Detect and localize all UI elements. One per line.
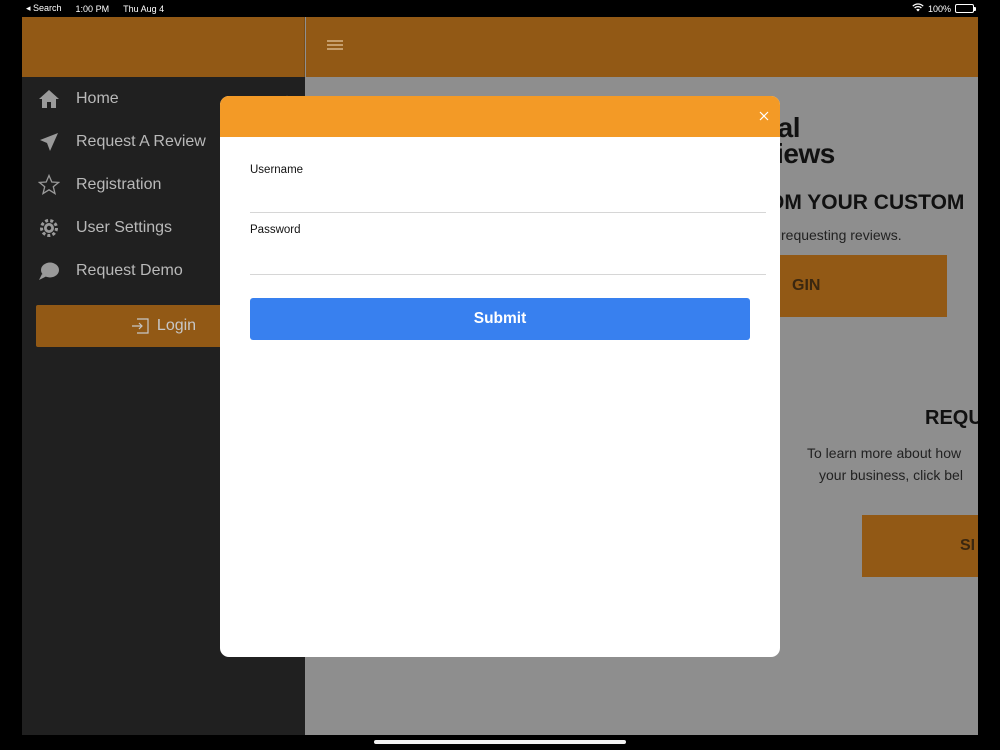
status-bar: ◂ Search 1:00 PM Thu Aug 4 100% — [0, 0, 1000, 17]
section-text: To learn more about how your business, c… — [807, 445, 963, 483]
password-input[interactable] — [250, 236, 766, 274]
username-label: Username — [250, 164, 304, 176]
sidebar-item-label: Registration — [76, 175, 162, 193]
chat-icon — [38, 260, 60, 282]
sidebar-item-label: Request A Review — [76, 132, 206, 150]
login-label: Login — [156, 317, 197, 334]
sidebar-item-label: Home — [76, 89, 119, 107]
modal-header — [220, 96, 780, 137]
username-field-group: Username — [250, 137, 766, 213]
login-modal: Username Password Submit — [220, 96, 780, 657]
username-input[interactable] — [250, 176, 766, 212]
battery-percent: 100% — [927, 3, 951, 14]
star-icon — [38, 173, 60, 196]
gear-icon — [38, 217, 60, 239]
password-field-group: Password — [250, 213, 766, 275]
hero-subtext: requesting reviews. — [781, 227, 902, 243]
home-indicator[interactable] — [374, 740, 626, 744]
send-icon — [38, 131, 60, 153]
close-icon[interactable] — [756, 108, 772, 124]
password-label: Password — [250, 224, 301, 236]
home-icon — [38, 88, 60, 110]
hero-heading: OM YOUR CUSTOM — [768, 191, 965, 214]
sidebar-item-label: User Settings — [76, 218, 173, 236]
signup-button[interactable]: SI — [862, 515, 978, 577]
back-to-search-link[interactable]: ◂ Search — [26, 3, 62, 14]
wifi-icon — [912, 3, 924, 14]
status-date: Thu Aug 4 — [123, 3, 165, 14]
sidebar-header — [22, 17, 305, 77]
login-icon — [131, 318, 149, 334]
status-time: 1:00 PM — [75, 3, 110, 14]
section-heading: REQU — [925, 407, 978, 429]
battery-icon — [955, 4, 976, 13]
sidebar-item-label: Request Demo — [76, 261, 183, 279]
main-header — [306, 17, 978, 77]
hamburger-menu-icon[interactable] — [326, 38, 344, 56]
submit-button[interactable]: Submit — [250, 298, 750, 340]
